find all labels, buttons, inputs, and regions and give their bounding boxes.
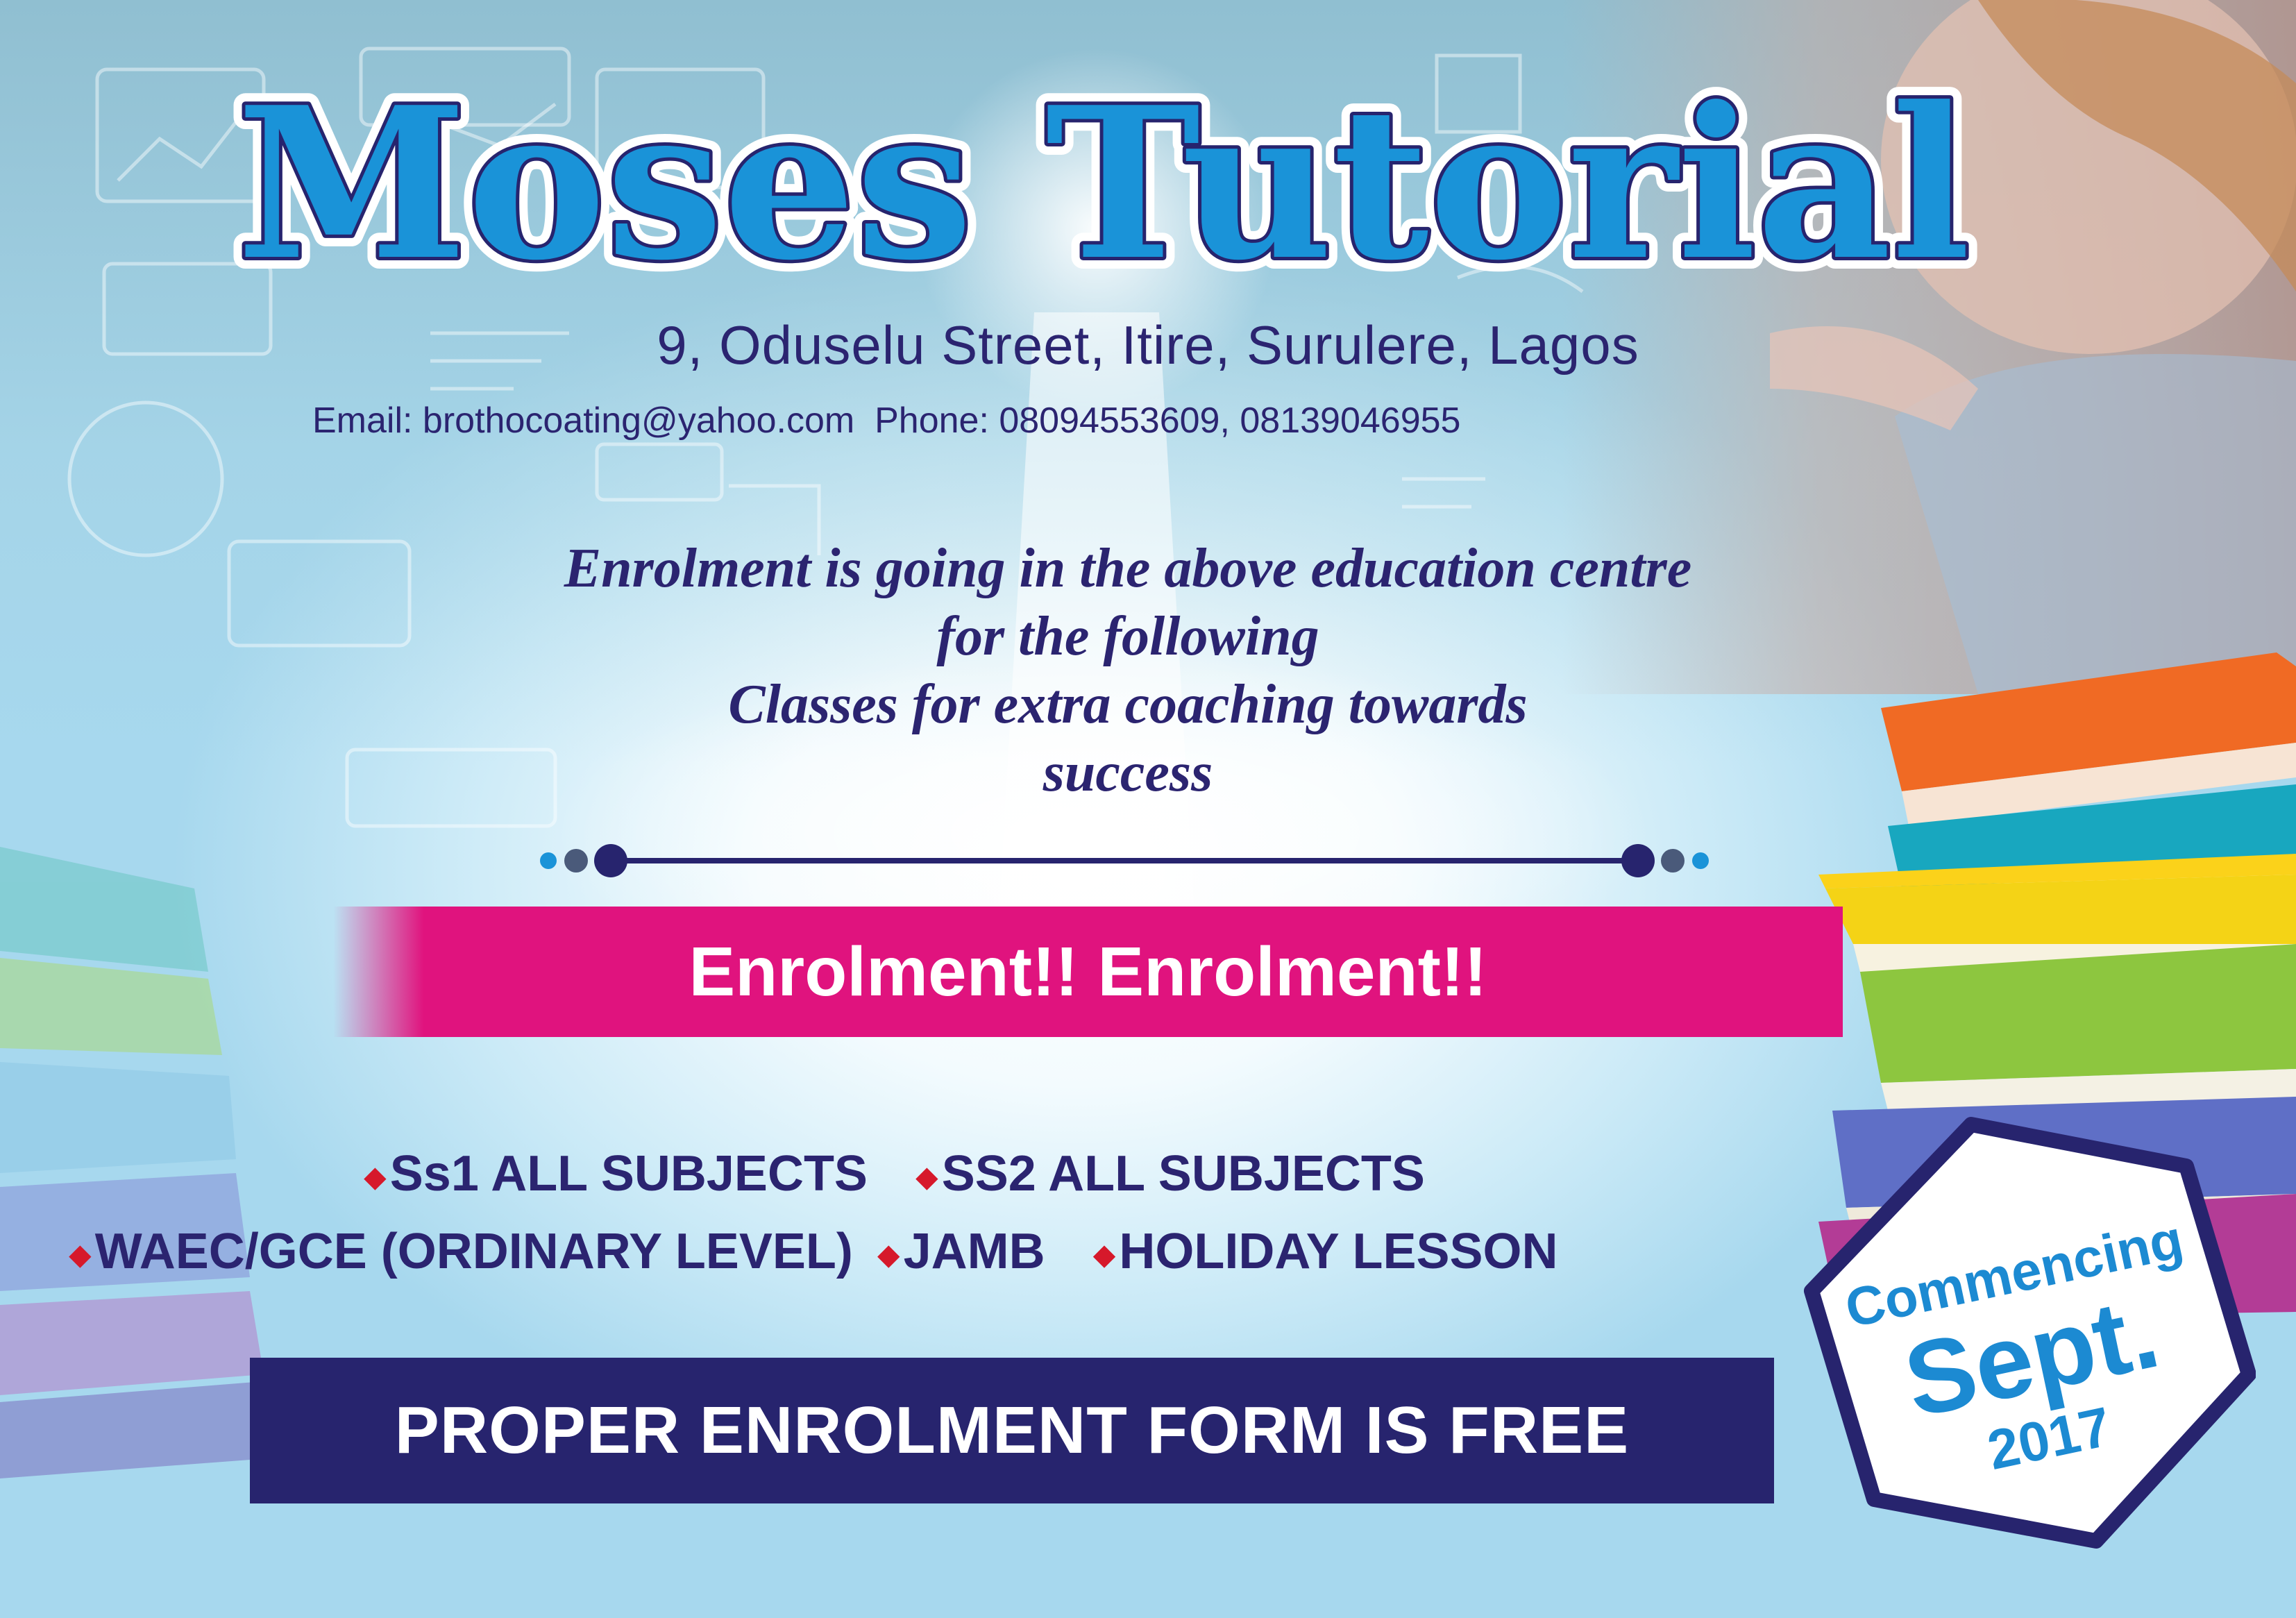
title-text-outline: Moses Tutorial	[237, 62, 1970, 298]
banner-text: Enrolment!! Enrolment!!	[689, 932, 1487, 1011]
enrolment-banner: Enrolment!! Enrolment!!	[333, 907, 1843, 1037]
diamond-bullet-icon: ◆	[1093, 1239, 1115, 1270]
intro-line-2: for the following	[936, 606, 1319, 667]
intro-line-4: success	[1043, 742, 1213, 803]
subject-item: Ss1 ALL SUBJECTS	[389, 1146, 868, 1202]
diamond-bullet-icon: ◆	[915, 1161, 938, 1193]
subject-item: HOLIDAY LESSON	[1119, 1224, 1558, 1279]
intro-line-3: Classes for extra coaching towards	[728, 674, 1528, 735]
diamond-bullet-icon: ◆	[877, 1239, 900, 1270]
subjects-row-1: ◆Ss1 ALL SUBJECTS ◆SS2 ALL SUBJECTS	[364, 1145, 1425, 1202]
address: 9, Oduselu Street, Itire, Surulere, Lago…	[657, 314, 1639, 376]
subject-item: JAMB	[903, 1224, 1045, 1279]
diamond-bullet-icon: ◆	[69, 1239, 91, 1270]
title-logo: Moses Tutorial Moses Tutorial	[225, 62, 1982, 298]
badge-text: Commencing Sept. 2017	[1757, 1068, 2296, 1597]
contact-info: Email: brothocoating@yahoo.com Phone: 08…	[312, 401, 1461, 441]
subject-item: SS2 ALL SUBJECTS	[941, 1146, 1425, 1202]
decorative-divider	[540, 844, 1709, 877]
intro-line-1: Enrolment is going in the above educatio…	[564, 538, 1692, 599]
intro-text: Enrolment is going in the above educatio…	[347, 534, 1909, 807]
books-left	[0, 847, 278, 1478]
diamond-bullet-icon: ◆	[364, 1161, 386, 1193]
flyer: Moses Tutorial Moses Tutorial 9, Oduselu…	[0, 0, 2296, 1618]
subject-item: WAEC/GCE (ORDINARY LEVEL)	[94, 1224, 853, 1279]
free-form-box: PROPER ENROLMENT FORM IS FREE	[250, 1358, 1774, 1503]
subjects-row-2: ◆WAEC/GCE (ORDINARY LEVEL) ◆JAMB ◆HOLIDAY …	[69, 1223, 1558, 1280]
